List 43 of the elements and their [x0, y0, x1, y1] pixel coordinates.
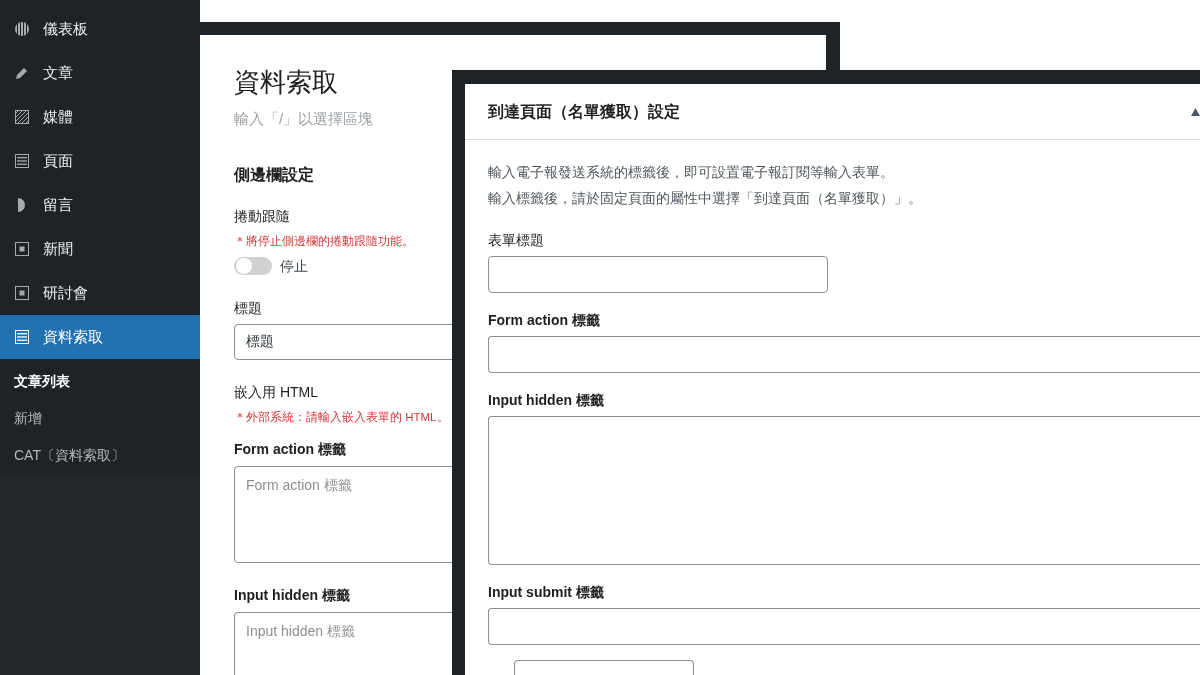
submenu-item[interactable]: CAT〔資料索取〕: [0, 437, 200, 474]
sidebar-item[interactable]: 文章: [0, 51, 200, 95]
framed-square-icon: [15, 242, 29, 256]
field-label: 標題: [234, 299, 262, 318]
description-text: 輸入電子報發送系統的標籤後，即可設置電子報訂閱等輸入表單。: [488, 163, 894, 182]
block-input[interactable]: 輸入「/」以選擇區塊: [234, 108, 434, 130]
item-name-field[interactable]: [514, 660, 694, 675]
field-label: Input hidden 標籤: [234, 586, 350, 605]
dialog-title: 到達頁面（名單獲取）設定: [488, 101, 680, 122]
section-title: 側邊欄設定: [234, 165, 314, 185]
lines-icon: [15, 330, 29, 344]
sidebar-item[interactable]: 留言: [0, 183, 200, 227]
text-field[interactable]: [488, 256, 828, 293]
warning-note: ＊將停止側邊欄的捲動跟隨功能。: [234, 234, 414, 249]
field-label: Input submit 標籤: [488, 583, 604, 602]
warning-note: ＊外部系統：請輸入嵌入表單的 HTML。: [234, 410, 449, 425]
framed-square-icon: [15, 286, 29, 300]
field-label: 捲動跟隨: [234, 207, 290, 226]
toggle-label: 停止: [280, 257, 308, 276]
field-label: 表單標題: [488, 231, 544, 250]
striped-circle-icon: [15, 22, 29, 36]
text-field[interactable]: [488, 608, 1200, 645]
field-label: Form action 標籤: [234, 440, 346, 459]
hatched-square-icon: [15, 110, 29, 124]
pencil-icon: [16, 67, 28, 79]
sidebar-item[interactable]: 媒體: [0, 95, 200, 139]
lines-icon: [15, 154, 29, 168]
caret-icon[interactable]: [1191, 107, 1200, 116]
submenu-item[interactable]: 新增: [0, 400, 200, 437]
field-label: Input hidden 標籤: [488, 391, 604, 410]
sidebar-item[interactable]: 研討會: [0, 271, 200, 315]
sidebar-item[interactable]: 資料索取: [0, 315, 200, 359]
textarea-field[interactable]: [488, 416, 1200, 565]
page-title: 資料索取: [234, 66, 338, 99]
sidebar-item[interactable]: 頁面: [0, 139, 200, 183]
field-label: 嵌入用 HTML: [234, 383, 318, 402]
sidebar-item[interactable]: 儀表板: [0, 7, 200, 51]
description-text: 輸入標籤後，請於固定頁面的屬性中選擇「到達頁面（名單獲取）」。: [488, 189, 922, 208]
field-label: Form action 標籤: [488, 311, 600, 330]
toggle-switch[interactable]: [234, 257, 272, 275]
submenu-item[interactable]: 文章列表: [0, 363, 200, 400]
text-field[interactable]: [488, 336, 1200, 373]
sidebar-item[interactable]: 新聞: [0, 227, 200, 271]
